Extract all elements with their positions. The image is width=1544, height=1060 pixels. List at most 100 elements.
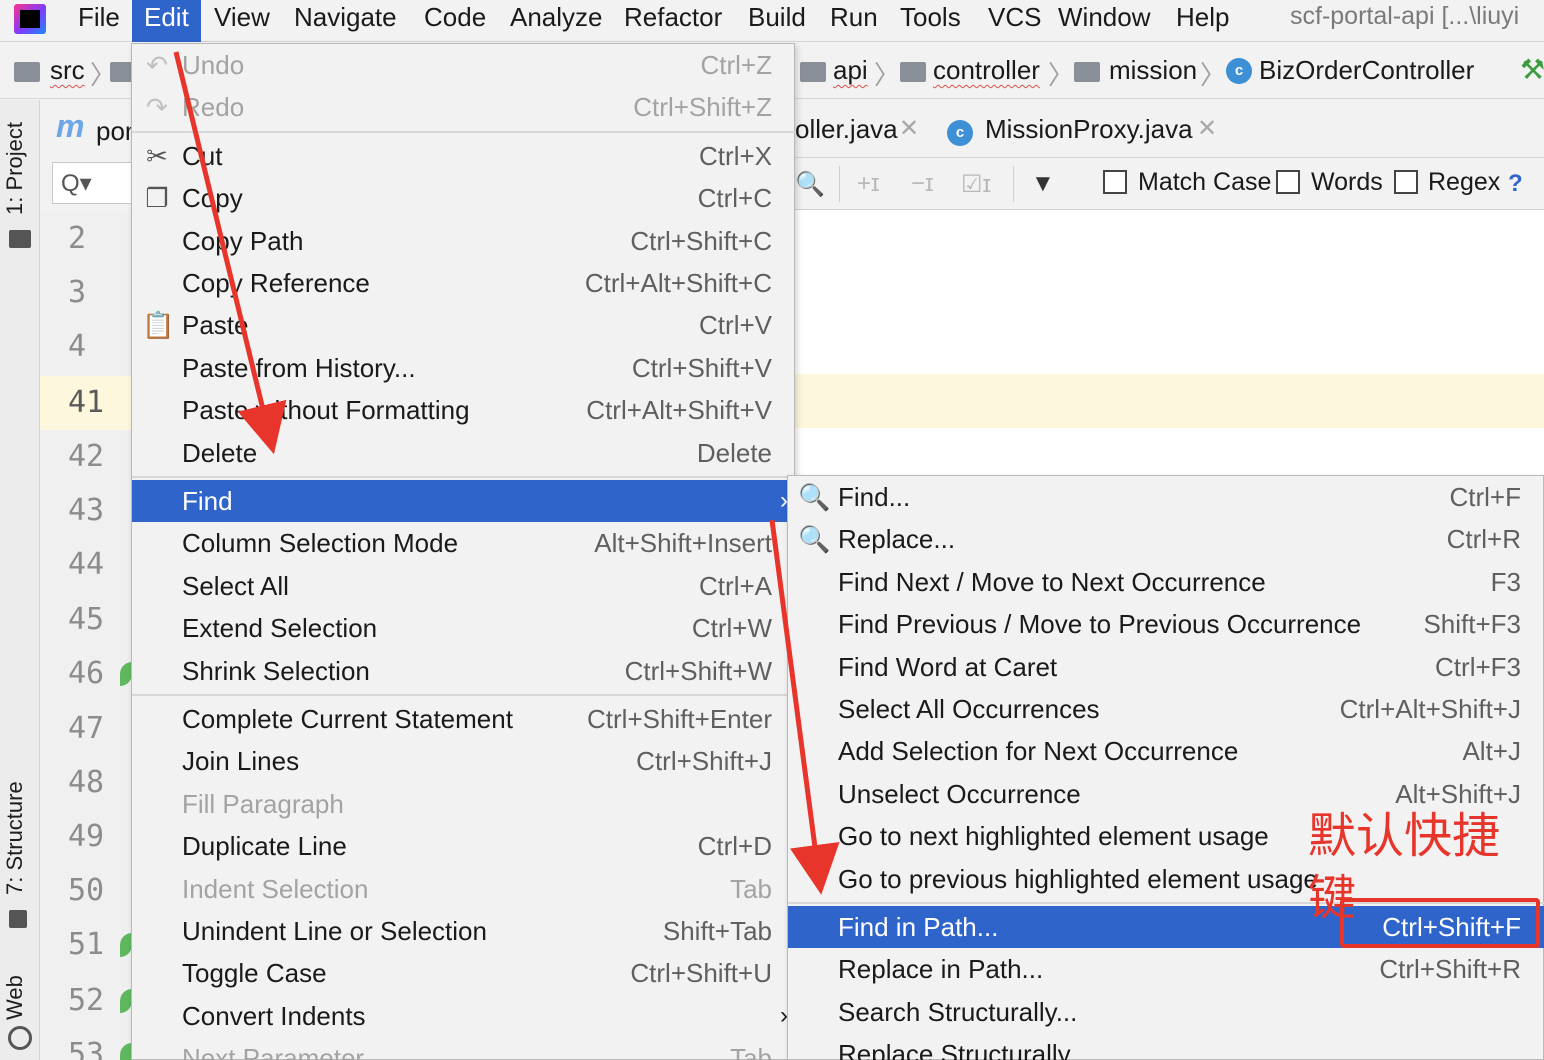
match-case-checkbox[interactable]: [1103, 170, 1127, 194]
menu-item-join-lines[interactable]: Join Lines Ctrl+Shift+J: [132, 740, 796, 782]
menu-item-next-parameter[interactable]: Next Parameter Tab: [132, 1037, 796, 1060]
line-number: 45: [68, 602, 105, 637]
menu-item-find-next-move-to-next-occurrence[interactable]: Find Next / Move to Next Occurrence F3: [788, 561, 1544, 603]
menu-item-paste-without-formatting[interactable]: Paste without Formatting Ctrl+Alt+Shift+V: [132, 389, 796, 431]
regex-search-icon[interactable]: 🔍: [795, 170, 825, 199]
menu-item-fill-paragraph[interactable]: Fill Paragraph: [132, 783, 796, 825]
menu-edit[interactable]: Edit: [132, 0, 201, 42]
tab-controller-java[interactable]: oller.java: [795, 114, 898, 145]
menu-item-find[interactable]: 🔍 Find... Ctrl+F: [788, 476, 1544, 518]
select-all-occurrences-icon[interactable]: ☑ɪ: [961, 170, 991, 199]
menu-item-shortcut: Alt+J: [1462, 736, 1521, 767]
menu-item-copy-reference[interactable]: Copy Reference Ctrl+Alt+Shift+C: [132, 262, 796, 304]
menu-item-column-selection-mode[interactable]: Column Selection Mode Alt+Shift+Insert: [132, 522, 796, 564]
menu-item-label: Fill Paragraph: [182, 788, 344, 819]
breadcrumb-src[interactable]: src: [50, 55, 85, 86]
find-submenu-popup: 🔍 Find... Ctrl+F 🔍 Replace... Ctrl+R Find Next…: [787, 475, 1544, 1060]
add-occurrence-icon[interactable]: +ɪ: [857, 170, 880, 198]
menu-item-find[interactable]: Find ›: [132, 480, 796, 522]
menu-item-label: Delete: [182, 437, 258, 468]
menu-item-select-all-occurrences[interactable]: Select All Occurrences Ctrl+Alt+Shift+J: [788, 688, 1544, 730]
menu-item-cut[interactable]: ✂ Cut Ctrl+X: [132, 135, 796, 177]
close-icon[interactable]: ✕: [1197, 114, 1217, 143]
menu-item-label: Find in Path...: [838, 912, 999, 942]
menu-build[interactable]: Build: [736, 0, 818, 42]
menu-window[interactable]: Window: [1046, 0, 1162, 42]
folder-icon: [800, 62, 826, 82]
structure-tool-tab[interactable]: 7: Structure: [2, 778, 38, 898]
menu-refactor[interactable]: Refactor: [612, 0, 734, 42]
menu-item-toggle-case[interactable]: Toggle Case Ctrl+Shift+U: [132, 952, 796, 994]
window-title: scf-portal-api [...\liuyi: [1290, 2, 1520, 30]
project-search-field[interactable]: Q▾: [52, 162, 132, 204]
menu-code[interactable]: Code: [412, 0, 498, 42]
menu-item-copy[interactable]: ❐ Copy Ctrl+C: [132, 177, 796, 219]
clipboard-icon: 📋: [142, 310, 175, 341]
menu-item-find-previous-move-to-previous-occurrence[interactable]: Find Previous / Move to Previous Occurre…: [788, 603, 1544, 645]
tab-missionproxy-java[interactable]: MissionProxy.java: [985, 114, 1193, 145]
close-icon[interactable]: ✕: [899, 114, 919, 143]
breadcrumb-bizordercontroller[interactable]: BizOrderController: [1259, 55, 1474, 86]
annotation-default-shortcut-2: 键: [1308, 870, 1357, 926]
words-checkbox[interactable]: [1276, 170, 1300, 194]
menu-item-redo[interactable]: ↷ Redo Ctrl+Shift+Z: [132, 86, 796, 128]
breadcrumb-controller[interactable]: controller: [933, 55, 1040, 86]
menu-item-label: Replace Structurally...: [838, 1039, 1091, 1060]
menu-item-shortcut: Ctrl+Shift+J: [636, 746, 772, 777]
menu-item-undo[interactable]: ↶ Undo Ctrl+Z: [132, 44, 796, 86]
menu-item-label: Find Next / Move to Next Occurrence: [838, 566, 1266, 597]
menu-run[interactable]: Run: [818, 0, 890, 42]
menu-navigate[interactable]: Navigate: [282, 0, 409, 42]
breadcrumb-mission[interactable]: mission: [1109, 55, 1197, 86]
menu-item-delete[interactable]: Delete Delete: [132, 432, 796, 474]
menu-item-paste[interactable]: 📋 Paste Ctrl+V: [132, 304, 796, 346]
help-icon[interactable]: ?: [1508, 170, 1523, 198]
menu-view[interactable]: View: [202, 0, 282, 42]
remove-occurrence-icon[interactable]: −ɪ: [911, 170, 934, 198]
project-tool-tab[interactable]: 1: Project: [2, 114, 38, 224]
menu-item-shortcut: Ctrl+W: [691, 613, 772, 644]
menu-help[interactable]: Help: [1164, 0, 1241, 42]
menu-item-select-all[interactable]: Select All Ctrl+A: [132, 565, 796, 607]
menu-tools[interactable]: Tools: [888, 0, 973, 42]
menu-item-replace-in-path[interactable]: Replace in Path... Ctrl+Shift+R: [788, 948, 1544, 990]
menu-item-shortcut: Tab: [730, 873, 772, 904]
menu-item-copy-path[interactable]: Copy Path Ctrl+Shift+C: [132, 220, 796, 262]
menu-item-unindent-line-or-selection[interactable]: Unindent Line or Selection Shift+Tab: [132, 910, 796, 952]
menu-item-search-structurally[interactable]: Search Structurally...: [788, 991, 1544, 1033]
menu-item-duplicate-line[interactable]: Duplicate Line Ctrl+D: [132, 825, 796, 867]
menu-item-label: Replace in Path...: [838, 954, 1044, 985]
menu-item-label: Undo: [182, 50, 245, 80]
menu-item-add-selection-for-next-occurrence[interactable]: Add Selection for Next Occurrence Alt+J: [788, 730, 1544, 772]
web-tool-tab[interactable]: Web: [2, 968, 38, 1028]
menu-item-shortcut: Ctrl+D: [697, 831, 772, 862]
menu-item-label: Column Selection Mode: [182, 528, 459, 559]
menu-item-find-word-at-caret[interactable]: Find Word at Caret Ctrl+F3: [788, 646, 1544, 688]
line-number: 41: [40, 376, 132, 430]
regex-checkbox[interactable]: [1394, 170, 1418, 194]
menu-item-extend-selection[interactable]: Extend Selection Ctrl+W: [132, 607, 796, 649]
breadcrumb-api[interactable]: api: [833, 55, 868, 86]
menu-item-shortcut: Shift+Tab: [662, 916, 772, 946]
menu-item-complete-current-statement[interactable]: Complete Current Statement Ctrl+Shift+Ent…: [132, 698, 796, 740]
menu-file[interactable]: File: [66, 0, 132, 42]
menu-separator: [132, 694, 796, 696]
menu-item-shrink-selection[interactable]: Shrink Selection Ctrl+Shift+W: [132, 650, 796, 692]
class-icon: c: [1226, 58, 1252, 84]
menu-item-label: Duplicate Line: [182, 831, 347, 862]
menu-analyze[interactable]: Analyze: [498, 0, 615, 42]
shortcut-highlight-box: [1340, 898, 1540, 948]
menu-item-replace[interactable]: 🔍 Replace... Ctrl+R: [788, 518, 1544, 560]
menu-item-convert-indents[interactable]: Convert Indents ›: [132, 995, 796, 1037]
maven-m-icon: m: [56, 108, 85, 144]
menu-item-shortcut: Ctrl+Alt+Shift+C: [584, 268, 772, 298]
separator: [1013, 166, 1014, 202]
filter-icon[interactable]: ▼: [1031, 170, 1055, 198]
menu-item-replace-structurally[interactable]: Replace Structurally...: [788, 1033, 1544, 1060]
menu-separator: [132, 476, 796, 478]
menu-item-indent-selection[interactable]: Indent Selection Tab: [132, 868, 796, 910]
menu-item-label: Unselect Occurrence: [838, 778, 1081, 809]
build-hammer-icon[interactable]: ⚒: [1520, 56, 1544, 84]
menu-item-paste-from-history[interactable]: Paste from History... Ctrl+Shift+V: [132, 347, 796, 389]
menu-vcs[interactable]: VCS: [976, 0, 1053, 42]
